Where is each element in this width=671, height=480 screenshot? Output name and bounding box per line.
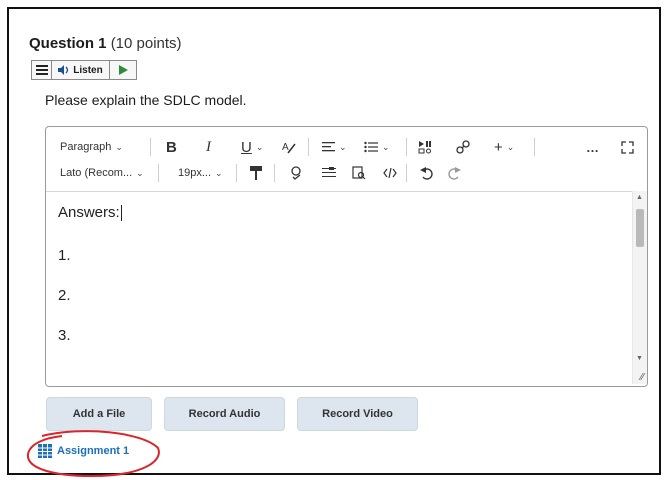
code-icon bbox=[383, 168, 397, 178]
record-audio-button[interactable]: Record Audio bbox=[164, 397, 285, 431]
toolbar-divider bbox=[158, 164, 159, 182]
menu-icon bbox=[35, 65, 48, 75]
undo-button[interactable] bbox=[420, 166, 433, 180]
scroll-down-arrow-icon[interactable]: ▼ bbox=[636, 355, 643, 362]
insert-plus-label: + bbox=[494, 138, 503, 156]
text-color-button[interactable]: A bbox=[282, 140, 296, 154]
question-title: Question 1 bbox=[29, 35, 107, 52]
scroll-up-arrow-icon[interactable]: ▲ bbox=[636, 194, 643, 201]
editor-content-area[interactable]: Answers: 1. 2. 3. bbox=[46, 191, 632, 385]
insert-stuff-button[interactable] bbox=[418, 140, 432, 154]
source-code-button[interactable] bbox=[383, 168, 397, 178]
resize-handle-icon[interactable]: ⁄⁄ bbox=[641, 372, 644, 383]
spellcheck-icon bbox=[291, 166, 301, 180]
font-size-label: 19px... bbox=[178, 167, 212, 179]
toolbar-divider bbox=[534, 138, 535, 156]
redo-button[interactable] bbox=[448, 166, 461, 180]
annotation-circle bbox=[26, 430, 160, 478]
font-family-dropdown[interactable]: Lato (Recom... ⌄ bbox=[60, 167, 144, 179]
toolbar-divider bbox=[406, 164, 407, 182]
toolbar-divider bbox=[236, 164, 237, 182]
font-color-icon: A bbox=[282, 142, 296, 154]
play-button[interactable] bbox=[110, 61, 136, 79]
format-painter-icon bbox=[250, 166, 262, 180]
answer-line-4: 3. bbox=[58, 327, 71, 344]
more-actions-button[interactable]: … bbox=[586, 140, 599, 155]
editor-scrollbar[interactable]: ▲ ▼ bbox=[632, 191, 647, 384]
underline-dropdown[interactable]: U ⌄ bbox=[241, 139, 263, 156]
insert-link-button[interactable] bbox=[456, 140, 470, 154]
link-icon bbox=[456, 140, 470, 154]
word-count-icon bbox=[322, 167, 336, 177]
spellcheck-button[interactable] bbox=[290, 166, 303, 180]
align-left-icon bbox=[322, 142, 335, 152]
question-prompt: Please explain the SDLC model. bbox=[45, 92, 247, 108]
rich-text-editor[interactable]: Paragraph ⌄ B I U ⌄ A ⌄ ⌄ + ⌄ … Lato (Re… bbox=[45, 126, 648, 387]
list-dropdown[interactable]: ⌄ bbox=[364, 141, 390, 153]
word-count-button[interactable] bbox=[322, 167, 336, 179]
add-file-button[interactable]: Add a File bbox=[46, 397, 152, 431]
insert-stuff-icon bbox=[418, 141, 431, 154]
format-painter-button[interactable] bbox=[250, 166, 262, 180]
listen-label: Listen bbox=[73, 64, 103, 76]
undo-icon bbox=[420, 167, 433, 180]
chevron-down-icon: ⌄ bbox=[382, 141, 390, 152]
editor-toolbar-row-2: Lato (Recom... ⌄ 19px... ⌄ bbox=[46, 161, 646, 185]
align-dropdown[interactable]: ⌄ bbox=[322, 141, 347, 153]
format-block-label: Paragraph bbox=[60, 141, 112, 153]
chevron-down-icon: ⌄ bbox=[255, 141, 264, 152]
editor-toolbar-row-1: Paragraph ⌄ B I U ⌄ A ⌄ ⌄ + ⌄ … bbox=[46, 135, 646, 159]
toolbar-divider bbox=[308, 138, 309, 156]
question-points: (10 points) bbox=[110, 35, 182, 52]
fullscreen-button[interactable] bbox=[621, 140, 634, 154]
toolbar-divider bbox=[150, 138, 151, 156]
answer-line-1-text: Answers: bbox=[58, 204, 120, 221]
question-heading: Question 1 (10 points) bbox=[29, 35, 182, 52]
insert-dropdown[interactable]: + ⌄ bbox=[494, 139, 514, 156]
underline-label: U bbox=[241, 138, 252, 156]
bulleted-list-icon bbox=[364, 141, 378, 153]
answer-line-3: 2. bbox=[58, 287, 71, 304]
answer-line-1: Answers: bbox=[58, 204, 122, 222]
chevron-down-icon: ⌄ bbox=[115, 141, 123, 152]
chevron-down-icon: ⌄ bbox=[506, 141, 515, 152]
redo-icon bbox=[448, 167, 461, 180]
text-cursor bbox=[120, 205, 122, 222]
svg-text:A: A bbox=[282, 142, 289, 153]
chevron-down-icon: ⌄ bbox=[136, 167, 144, 178]
toolbar-divider bbox=[274, 164, 275, 182]
format-block-dropdown[interactable]: Paragraph ⌄ bbox=[60, 141, 123, 153]
font-size-dropdown[interactable]: 19px... ⌄ bbox=[178, 167, 223, 179]
listen-button[interactable]: Listen bbox=[52, 61, 110, 79]
toolbar-divider bbox=[406, 138, 407, 156]
expand-icon bbox=[621, 140, 634, 154]
readspeaker-menu-button[interactable] bbox=[32, 61, 52, 79]
record-video-button[interactable]: Record Video bbox=[297, 397, 418, 431]
play-icon bbox=[118, 65, 128, 75]
readspeaker-toolbar: Listen bbox=[31, 60, 137, 80]
answer-line-2: 1. bbox=[58, 247, 71, 264]
preview-icon bbox=[352, 166, 366, 180]
scrollbar-thumb[interactable] bbox=[636, 209, 644, 247]
bold-button[interactable]: B bbox=[166, 139, 177, 156]
preview-button[interactable] bbox=[352, 166, 366, 180]
chevron-down-icon: ⌄ bbox=[215, 167, 223, 178]
italic-button[interactable]: I bbox=[206, 139, 211, 156]
font-family-label: Lato (Recom... bbox=[60, 167, 133, 179]
chevron-down-icon: ⌄ bbox=[339, 141, 347, 152]
speaker-icon bbox=[58, 65, 69, 75]
